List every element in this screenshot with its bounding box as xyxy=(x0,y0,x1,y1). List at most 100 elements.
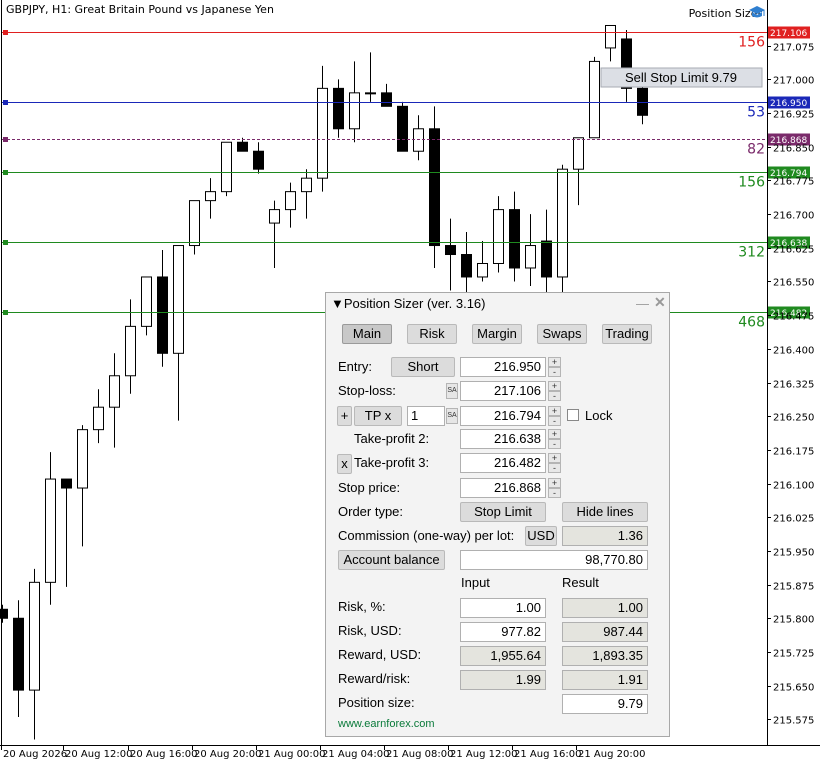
stop-price-minus-button[interactable]: - xyxy=(548,488,561,498)
sl-plus-button[interactable]: + xyxy=(548,381,561,391)
stop-loss-label: Stop-loss: xyxy=(338,383,396,398)
risk-usd-input[interactable]: 977.82 xyxy=(460,622,546,642)
entry-label: Entry: xyxy=(338,359,372,374)
tab-risk[interactable]: Risk xyxy=(407,324,457,344)
tp3-plus-button[interactable]: + xyxy=(548,453,561,463)
price-tick-label: 216.100 xyxy=(773,481,814,492)
result-column-header: Result xyxy=(562,575,599,590)
tp-x-button[interactable]: TP x xyxy=(354,406,402,426)
bear-candle xyxy=(333,87,344,130)
price-tick-label: 216.400 xyxy=(773,346,814,357)
graduation-cap-icon[interactable] xyxy=(748,4,766,20)
tp-sa-button[interactable]: SA xyxy=(446,408,458,424)
level-anchor xyxy=(3,170,8,175)
entry-plus-button[interactable]: + xyxy=(548,357,561,367)
bull-candle xyxy=(93,406,104,431)
price-tick-label: 215.800 xyxy=(773,615,814,626)
bull-candle xyxy=(589,60,600,139)
tp-multiplier-field[interactable]: 1 xyxy=(407,406,445,426)
tp3-field[interactable]: 216.482 xyxy=(460,453,546,473)
reward-usd-result: 1,893.35 xyxy=(562,646,648,666)
position-size-result[interactable]: 9.79 xyxy=(562,694,648,714)
level-points-label: 312 xyxy=(738,245,765,261)
tp2-minus-button[interactable]: - xyxy=(548,439,561,449)
bear-candle xyxy=(237,141,248,152)
risk-percent-input[interactable]: 1.00 xyxy=(460,598,546,618)
bear-candle xyxy=(13,617,24,691)
price-tick-label: 215.875 xyxy=(773,582,814,593)
short-button[interactable]: Short xyxy=(391,357,455,377)
sl-minus-button[interactable]: - xyxy=(548,391,561,401)
price-tick-label: 216.850 xyxy=(773,144,814,155)
bull-candle xyxy=(365,92,376,95)
stop-loss-field[interactable]: 217.106 xyxy=(460,381,546,401)
price-tick-label: 216.325 xyxy=(773,380,814,391)
remove-tp-button[interactable]: x xyxy=(337,454,352,474)
order-type-label: Order type: xyxy=(338,504,404,519)
price-tick-label: 215.650 xyxy=(773,683,814,694)
time-tick-label: 21 Aug 00:00 xyxy=(258,749,325,760)
bull-candle xyxy=(189,200,200,247)
price-tick-label: 216.625 xyxy=(773,245,814,256)
input-column-header: Input xyxy=(461,575,490,590)
bull-candle xyxy=(573,137,584,170)
tab-trading[interactable]: Trading xyxy=(602,324,652,344)
tab-margin[interactable]: Margin xyxy=(472,324,522,344)
bull-candle xyxy=(525,245,536,269)
tp3-minus-button[interactable]: - xyxy=(548,463,561,473)
tab-swaps[interactable]: Swaps xyxy=(537,324,587,344)
minimize-icon[interactable]: — xyxy=(636,296,649,311)
bear-candle xyxy=(541,240,552,278)
tab-main[interactable]: Main xyxy=(342,324,392,344)
bull-candle xyxy=(269,209,280,224)
price-tick-label: 215.950 xyxy=(773,548,814,559)
order-label-text: Sell Stop Limit 9.79 xyxy=(625,70,737,85)
sl-sa-button[interactable]: SA xyxy=(446,383,458,399)
position-sizer-panel: ▼Position Sizer (ver. 3.16) — ✕ Main Ris… xyxy=(325,292,670,737)
account-balance-button[interactable]: Account balance xyxy=(338,550,445,570)
risk-percent-result: 1.00 xyxy=(562,598,648,618)
bull-candle xyxy=(45,478,56,583)
tp1-field[interactable]: 216.794 xyxy=(460,406,546,426)
time-tick-label: 21 Aug 16:00 xyxy=(514,749,581,760)
bull-candle xyxy=(141,276,152,327)
order-type-button[interactable]: Stop Limit xyxy=(460,502,546,522)
bull-candle xyxy=(557,168,568,278)
entry-minus-button[interactable]: - xyxy=(548,367,561,377)
bull-candle xyxy=(173,245,184,354)
level-anchor xyxy=(3,100,8,105)
hide-lines-button[interactable]: Hide lines xyxy=(562,502,648,522)
bull-candle xyxy=(605,24,616,49)
panel-title[interactable]: ▼Position Sizer (ver. 3.16) xyxy=(331,296,486,311)
bull-candle xyxy=(29,581,40,691)
tp2-field[interactable]: 216.638 xyxy=(460,429,546,449)
price-tick-label: 216.250 xyxy=(773,413,814,424)
earnforex-link[interactable]: www.earnforex.com xyxy=(338,718,435,730)
bear-candle xyxy=(381,92,392,107)
bull-candle xyxy=(317,87,328,179)
bear-candle xyxy=(429,128,440,247)
commission-currency-button[interactable]: USD xyxy=(525,526,557,546)
close-icon[interactable]: ✕ xyxy=(654,294,666,311)
tp1-minus-button[interactable]: - xyxy=(548,416,561,426)
entry-field[interactable]: 216.950 xyxy=(460,357,546,377)
stop-price-plus-button[interactable]: + xyxy=(548,478,561,488)
tp2-plus-button[interactable]: + xyxy=(548,429,561,439)
collapse-icon[interactable]: ▼ xyxy=(331,296,344,311)
stop-price-field[interactable]: 216.868 xyxy=(460,478,546,498)
risk-usd-label: Risk, USD: xyxy=(338,623,402,638)
price-tick-label: 216.925 xyxy=(773,110,814,121)
level-points-label: 156 xyxy=(738,175,765,191)
bear-candle xyxy=(157,276,168,354)
tp2-label: Take-profit 2: xyxy=(354,431,430,446)
add-tp-button[interactable]: + xyxy=(337,406,352,426)
bull-candle xyxy=(493,209,504,264)
bull-candle xyxy=(205,191,216,202)
account-balance-field[interactable]: 98,770.80 xyxy=(460,550,648,570)
bull-candle xyxy=(109,375,120,408)
lock-checkbox[interactable] xyxy=(567,409,579,421)
price-tick-label: 216.475 xyxy=(773,312,814,323)
tp1-plus-button[interactable]: + xyxy=(548,406,561,416)
price-tick-label: 216.175 xyxy=(773,447,814,458)
time-tick-label: 20 Aug 2026 xyxy=(3,749,67,760)
